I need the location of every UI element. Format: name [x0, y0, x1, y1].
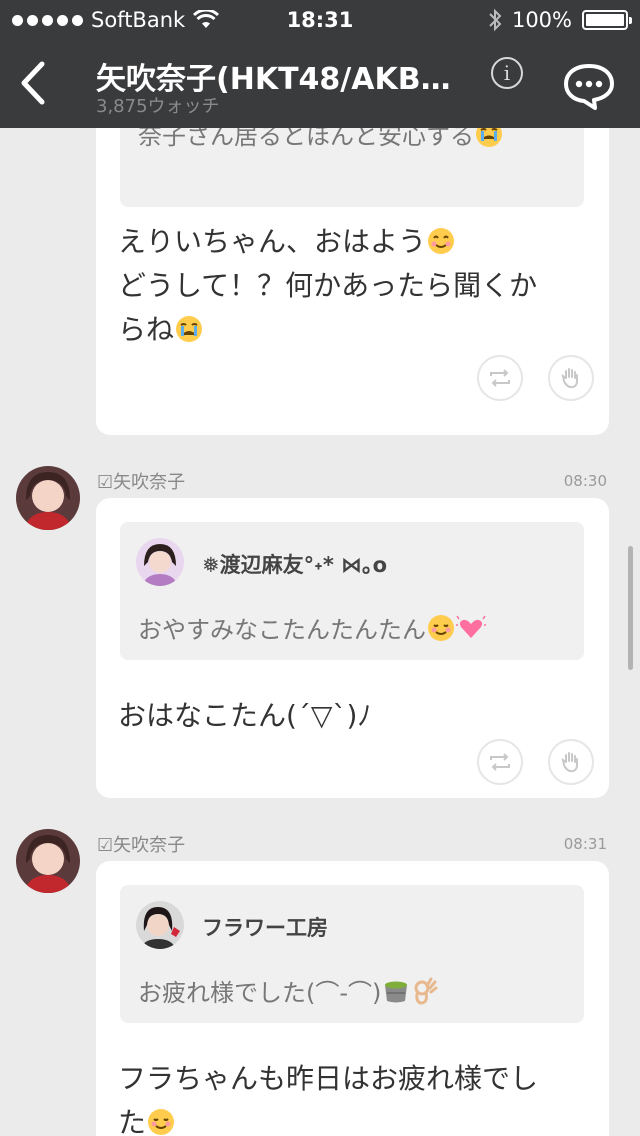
retweet-icon [490, 369, 510, 387]
post-card: 奈子さん居るとほんと安心する えりいちゃん、おはよう どうして！？何かあったら聞… [96, 128, 609, 435]
info-icon[interactable]: i [491, 57, 523, 89]
post-time: 08:31 [563, 835, 607, 853]
crying-face-icon [474, 128, 504, 149]
crying-face-icon [174, 313, 204, 343]
poster-name: ☑矢吹奈子 [97, 835, 186, 856]
chat-button[interactable] [562, 62, 616, 110]
status-bar: SoftBank 18:31 100% [0, 0, 640, 40]
avatar[interactable] [16, 466, 80, 530]
ok-hand-icon [411, 976, 441, 1006]
post-card: ❅渡辺麻友°˖* ⋈｡o おやすみなこたんたんたん おはなこたん(´▽`)ﾉ [96, 498, 609, 798]
quoted-text: おやすみなこたんたんたん [138, 610, 486, 646]
hand-icon [561, 368, 578, 389]
post-message: えりいちゃん、おはよう どうして！？何かあったら聞くか らね [118, 225, 538, 346]
poster-name: ☑矢吹奈子 [97, 472, 186, 493]
hand-icon [561, 752, 578, 773]
quoted-author: フラワー工房 [202, 916, 328, 940]
quoted-avatar [136, 538, 184, 586]
timeline-feed[interactable]: 奈子さん居るとほんと安心する えりいちゃん、おはよう どうして！？何かあったら聞… [0, 128, 640, 1136]
quoted-post[interactable]: ❅渡辺麻友°˖* ⋈｡o おやすみなこたんたんたん [120, 522, 584, 660]
quoted-avatar [136, 901, 184, 949]
clap-button[interactable] [548, 355, 594, 401]
smiling-face-icon [426, 225, 456, 255]
scrollbar[interactable] [628, 546, 633, 670]
battery-icon [582, 10, 632, 30]
watch-count: 3,875ウォッチ [96, 96, 220, 117]
quoted-post[interactable]: フラワー工房 お疲れ様でした(⌒-⌒) [120, 885, 584, 1023]
post-card: フラワー工房 お疲れ様でした(⌒-⌒) フラちゃんも昨日はお疲れ様でし た [96, 861, 609, 1136]
battery-percent: 100% [511, 8, 572, 32]
quoted-text: 奈子さん居るとほんと安心する [138, 128, 504, 152]
back-button[interactable] [18, 60, 58, 110]
relieved-face-icon [146, 1106, 176, 1136]
post-message: フラちゃんも昨日はお疲れ様でし た [118, 1062, 539, 1136]
tea-cup-icon [381, 976, 411, 1006]
growing-heart-icon [456, 613, 486, 643]
quoted-author: ❅渡辺麻友°˖* ⋈｡o [202, 553, 388, 577]
quoted-post[interactable]: 奈子さん居るとほんと安心する [120, 128, 584, 207]
chat-bubble-icon [564, 64, 614, 110]
clap-button[interactable] [548, 739, 594, 785]
retweet-icon [490, 753, 510, 771]
avatar[interactable] [16, 829, 80, 893]
bluetooth-icon [489, 8, 502, 32]
top-bar: SoftBank 18:31 100% 矢吹奈子(HKT48/AKB4… 3,8… [0, 0, 640, 128]
retweet-button[interactable] [477, 355, 523, 401]
quoted-text: お疲れ様でした(⌒-⌒) [138, 973, 441, 1009]
back-chevron-icon [21, 61, 45, 105]
retweet-button[interactable] [477, 739, 523, 785]
post-time: 08:30 [563, 472, 607, 490]
relieved-face-icon [426, 613, 456, 643]
post-message: おはなこたん(´▽`)ﾉ [118, 699, 372, 732]
